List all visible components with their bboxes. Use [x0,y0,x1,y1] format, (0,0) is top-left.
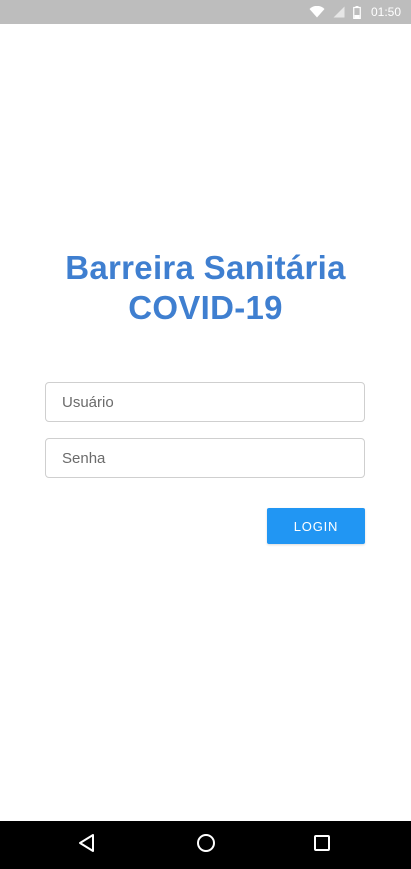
recents-icon [313,834,331,857]
navigation-bar [0,821,411,869]
status-bar: 01:50 [0,0,411,24]
app-title: Barreira Sanitária COVID-19 [0,248,411,328]
login-button[interactable]: LOGIN [267,508,365,544]
status-icons: 01:50 [309,0,401,24]
status-time: 01:50 [370,5,401,19]
back-button[interactable] [57,821,117,869]
password-input[interactable] [45,438,365,478]
app-title-line-1: Barreira Sanitária [65,249,346,286]
username-input[interactable] [45,382,365,422]
signal-icon [333,6,345,18]
home-button[interactable] [176,821,236,869]
app-title-line-2: COVID-19 [128,289,283,326]
battery-icon [353,5,361,19]
recents-button[interactable] [292,821,352,869]
home-icon [196,833,216,858]
wifi-icon [309,6,325,18]
back-icon [77,833,97,858]
